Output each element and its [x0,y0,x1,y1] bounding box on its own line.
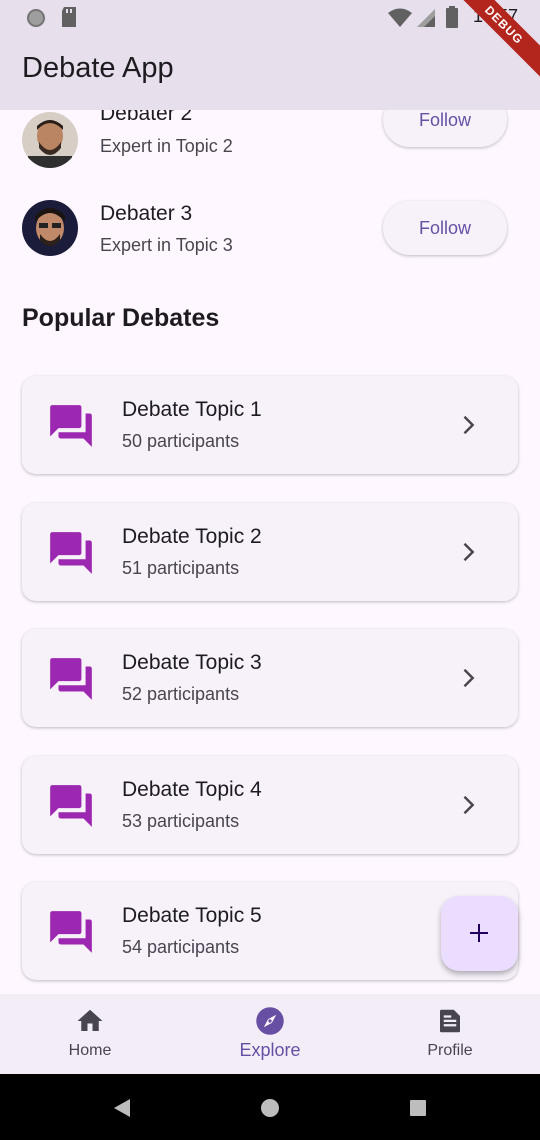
chevron-right-icon [463,415,475,435]
nav-item-home[interactable]: Home [0,994,180,1074]
status-bar: 10:57 [0,0,540,34]
top-bar: 10:57 Debate App DEBUG [0,0,540,110]
debate-title: Debate Topic 2 [122,525,262,548]
follow-button[interactable]: Follow [383,201,507,255]
nav-item-profile[interactable]: Profile [360,994,540,1074]
participant-count: 53 participants [122,811,240,831]
list-item: Debater 3 Expert in Topic 3 Follow [0,200,540,280]
forum-icon [50,532,92,574]
plus-icon [470,924,488,942]
debate-card[interactable]: Debate Topic 4 53 participants [22,756,518,854]
debater-name: Debater 2 [100,110,193,125]
recents-icon[interactable] [409,1099,427,1117]
signal-icon [417,9,435,27]
nav-label: Explore [239,1040,301,1060]
page-title: Debate App [22,52,174,84]
circle-icon [27,9,45,27]
back-icon[interactable] [112,1097,132,1119]
list-item: Debater 2 Expert in Topic 2 Follow [0,110,540,180]
debate-card[interactable]: Debate Topic 3 52 participants [22,629,518,727]
nav-label: Profile [427,1042,473,1059]
system-navigation-bar [0,1074,540,1140]
participant-count: 54 participants [122,937,240,957]
nav-label: Home [68,1042,112,1059]
home-icon [77,1009,103,1031]
chevron-right-icon [463,668,475,688]
battery-icon [446,6,458,28]
forum-icon [50,911,92,953]
debate-title: Debate Topic 3 [122,651,262,674]
participant-count: 50 participants [122,431,240,451]
follow-button[interactable]: Follow [383,110,507,147]
home-button-icon[interactable] [259,1097,281,1119]
debate-title: Debate Topic 4 [122,778,262,801]
participant-count: 51 participants [122,558,240,578]
add-debate-button[interactable] [441,896,518,971]
forum-icon [50,658,92,700]
avatar [22,112,78,168]
chevron-right-icon [463,795,475,815]
debater-subtitle: Expert in Topic 2 [100,136,233,156]
avatar [22,200,78,256]
debate-card[interactable]: Debate Topic 2 51 participants [22,503,518,601]
main-content[interactable]: Debater 2 Expert in Topic 2 Follow Debat… [0,110,540,994]
debater-name: Debater 3 [100,202,193,225]
section-title: Popular Debates [22,304,220,332]
document-icon [440,1009,460,1033]
debater-subtitle: Expert in Topic 3 [100,235,233,255]
wifi-icon [388,8,412,27]
forum-icon [50,785,92,827]
participant-count: 52 participants [122,684,240,704]
debate-title: Debate Topic 5 [122,904,262,927]
forum-icon [50,405,92,447]
bottom-navigation: Home Explore Profile [0,994,540,1074]
debate-title: Debate Topic 1 [122,398,262,421]
sd-card-icon [62,7,76,27]
chevron-right-icon [463,542,475,562]
compass-icon [256,1007,284,1035]
debate-card[interactable]: Debate Topic 1 50 participants [22,376,518,474]
nav-item-explore[interactable]: Explore [180,994,360,1074]
